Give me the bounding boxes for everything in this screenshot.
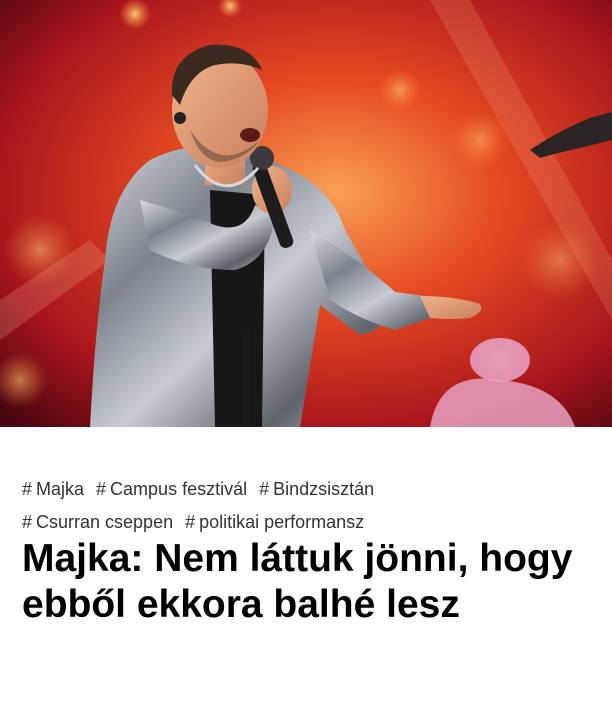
tag-bindzsisztan[interactable]: # Bindzsisztán (259, 479, 374, 500)
tag-hash: # (259, 479, 270, 499)
tag-label: politikai performansz (199, 512, 365, 532)
tag-csurran-cseppen[interactable]: # Csurran cseppen (22, 512, 173, 533)
tag-hash: # (185, 512, 196, 532)
tag-list: # Majka # Campus fesztivál # Bindzsisztán #… (22, 473, 592, 539)
tag-hash: # (22, 512, 33, 532)
tag-majka[interactable]: # Majka (22, 479, 84, 500)
tag-campus-fesztival[interactable]: # Campus fesztivál (96, 479, 247, 500)
hero-photo[interactable] (0, 0, 612, 427)
tag-label: Campus fesztivál (110, 479, 248, 499)
hero-image (0, 0, 612, 427)
tag-label: Majka (36, 479, 85, 499)
tag-row-1: # Majka # Campus fesztivál # Bindzsisztán (22, 473, 592, 506)
tag-politikai-performansz[interactable]: # politikai performansz (185, 512, 364, 533)
tag-label: Csurran cseppen (36, 512, 174, 532)
tag-hash: # (96, 479, 107, 499)
tag-label: Bindzsisztán (273, 479, 375, 499)
article-page: # Majka # Campus fesztivál # Bindzsisztán #… (0, 0, 612, 719)
tag-row-2: # Csurran cseppen # politikai performansz (22, 506, 592, 539)
article-headline[interactable]: Majka: Nem láttuk jönni, hogy ebből ekko… (22, 536, 592, 628)
tag-hash: # (22, 479, 33, 499)
